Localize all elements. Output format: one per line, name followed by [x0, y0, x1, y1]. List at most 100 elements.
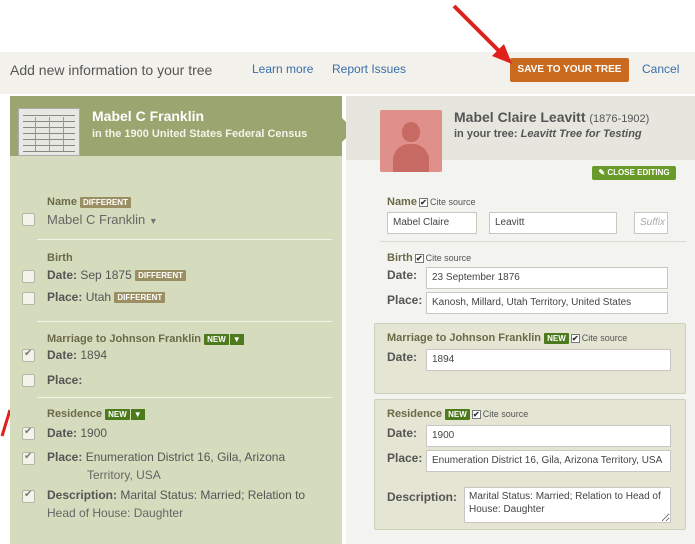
left-res-desc-label: Description:	[47, 488, 118, 502]
right-res-desc-label: Description:	[387, 490, 458, 504]
divider	[37, 397, 332, 398]
close-editing-button[interactable]: ✎ CLOSE EDITING	[592, 166, 676, 180]
right-birth-label: Birth	[387, 252, 413, 264]
right-birth-date-label: Date:	[387, 268, 418, 282]
left-birth-place-label: Place:	[47, 290, 83, 304]
person-avatar	[380, 110, 442, 172]
marriage-dropdown-icon[interactable]: ▼	[229, 333, 244, 345]
residence-date-checkbox[interactable]	[22, 426, 35, 440]
left-birth-date-label: Date:	[47, 268, 78, 282]
record-person-name: Mabel C Franklin	[92, 108, 205, 124]
residence-description-textarea[interactable]: Marital Status: Married; Relation to Hea…	[464, 487, 671, 523]
left-res-place-value: Enumeration District 16, Gila, Arizona	[85, 450, 286, 464]
right-birth-label-row: Birth ✔ Cite source	[387, 252, 471, 264]
residence-cite-checkbox[interactable]: ✔	[471, 409, 481, 419]
birth-place-input[interactable]: Kanosh, Millard, Utah Territory, United …	[426, 292, 668, 314]
right-res-place-label: Place:	[387, 451, 423, 465]
chevron-down-icon[interactable]: ▼	[149, 216, 158, 226]
residence-date-input[interactable]: 1900	[426, 425, 671, 447]
right-name-label: Name	[387, 196, 417, 208]
learn-more-link[interactable]: Learn more	[252, 62, 313, 76]
name-cite-checkbox[interactable]: ✔	[418, 197, 428, 207]
residence-description-checkbox[interactable]	[22, 489, 35, 503]
record-header: Mabel C Franklin in the 1900 United Stat…	[10, 96, 342, 156]
save-to-tree-button[interactable]: SAVE TO YOUR TREE	[510, 58, 629, 82]
left-marriage-date-label: Date:	[47, 348, 78, 362]
divider	[37, 321, 332, 322]
left-name-value: Mabel C Franklin	[47, 212, 146, 227]
divider	[37, 239, 332, 240]
left-res-desc-value: Marital Status: Married; Relation to	[120, 488, 306, 502]
left-res-desc-value-cont: Head of House: Daughter	[47, 506, 184, 520]
tree-person-name-line: Mabel Claire Leavitt (1876-1902)	[454, 109, 649, 125]
birth-place-different-badge: DIFFERENT	[114, 292, 166, 304]
left-marriage-label-row: Marriage to Johnson Franklin NEW ▼	[47, 333, 244, 345]
top-bar: Add new information to your tree Learn m…	[0, 52, 695, 94]
residence-dropdown-icon[interactable]: ▼	[130, 408, 145, 420]
right-residence-label-row: Residence NEW ✔ Cite source	[387, 408, 528, 420]
residence-new-badge: NEW	[105, 408, 130, 420]
right-marriage-date-label: Date:	[387, 350, 418, 364]
cancel-link[interactable]: Cancel	[642, 62, 679, 76]
left-res-date-row: Date: 1900	[47, 426, 107, 440]
birth-date-input[interactable]: 23 September 1876	[426, 267, 668, 289]
name-different-badge: DIFFERENT	[80, 196, 131, 208]
left-res-desc-row: Description: Marital Status: Married; Re…	[47, 488, 305, 502]
record-panel: Mabel C Franklin in the 1900 United Stat…	[10, 96, 354, 544]
birth-date-checkbox[interactable]	[22, 270, 35, 283]
residence-place-input[interactable]: Enumeration District 16, Gila, Arizona T…	[426, 450, 671, 472]
marriage-cite-checkbox[interactable]: ✔	[570, 333, 580, 343]
left-name-label: Name	[47, 196, 77, 208]
surname-input[interactable]: Leavitt	[489, 212, 617, 234]
right-residence-new-badge: NEW	[445, 408, 470, 420]
left-res-place-value-cont: Territory, USA	[87, 468, 161, 482]
left-res-place-row: Place: Enumeration District 16, Gila, Ar…	[47, 450, 285, 464]
left-birth-place-value: Utah	[85, 290, 112, 304]
marriage-cite-label: Cite source	[581, 333, 628, 343]
birth-place-checkbox[interactable]	[22, 292, 35, 305]
tree-person-years: (1876-1902)	[589, 113, 650, 125]
left-res-place-label: Place:	[47, 450, 83, 464]
tree-name: Leavitt Tree for Testing	[520, 128, 642, 140]
marriage-new-badge: NEW	[204, 333, 229, 345]
census-image-thumbnail[interactable]	[18, 108, 80, 156]
left-marriage-label: Marriage to Johnson Franklin	[47, 333, 202, 345]
left-marriage-date-value: 1894	[80, 348, 108, 362]
marriage-date-checkbox[interactable]	[22, 348, 35, 362]
name-cite-label: Cite source	[429, 197, 476, 207]
left-marriage-place-label: Place:	[47, 373, 83, 387]
right-residence-label: Residence	[387, 408, 443, 420]
report-issues-link[interactable]: Report Issues	[332, 62, 406, 76]
close-editing-label: CLOSE EDITING	[607, 168, 670, 177]
left-marriage-date-row: Date: 1894	[47, 348, 107, 362]
right-res-date-label: Date:	[387, 426, 418, 440]
suffix-input[interactable]: Suffix	[634, 212, 668, 234]
left-name-label-row: Name DIFFERENT	[47, 196, 131, 208]
birth-cite-label: Cite source	[425, 253, 472, 263]
left-name-value-row[interactable]: Mabel C Franklin ▼	[47, 212, 158, 227]
given-name-input[interactable]: Mabel Claire	[387, 212, 477, 234]
right-marriage-new-badge: NEW	[544, 332, 569, 344]
residence-place-checkbox[interactable]	[22, 451, 35, 465]
birth-cite-checkbox[interactable]: ✔	[414, 253, 424, 263]
page-title: Add new information to your tree	[10, 62, 213, 78]
marriage-date-input[interactable]: 1894	[426, 349, 671, 371]
name-checkbox[interactable]	[22, 213, 35, 226]
left-birth-place-row: Place: Utah DIFFERENT	[47, 290, 166, 304]
left-res-date-value: 1900	[80, 426, 108, 440]
residence-cite-label: Cite source	[482, 409, 529, 419]
record-source: in the 1900 United States Federal Census	[92, 128, 308, 140]
left-res-date-label: Date:	[47, 426, 78, 440]
tree-name-line: in your tree: Leavitt Tree for Testing	[454, 128, 642, 140]
left-birth-label: Birth	[47, 252, 73, 264]
tree-label: in your tree:	[454, 128, 521, 140]
tree-person-name: Mabel Claire Leavitt	[454, 109, 586, 125]
right-birth-place-label: Place:	[387, 293, 423, 307]
left-birth-date-value: Sep 1875	[80, 268, 132, 282]
left-birth-date-row: Date: Sep 1875 DIFFERENT	[47, 268, 186, 282]
left-residence-label: Residence	[47, 408, 103, 420]
birth-date-different-badge: DIFFERENT	[135, 270, 186, 282]
left-residence-label-row: Residence NEW ▼	[47, 408, 145, 420]
right-marriage-label: Marriage to Johnson Franklin	[387, 332, 542, 344]
marriage-place-checkbox[interactable]	[22, 374, 35, 387]
